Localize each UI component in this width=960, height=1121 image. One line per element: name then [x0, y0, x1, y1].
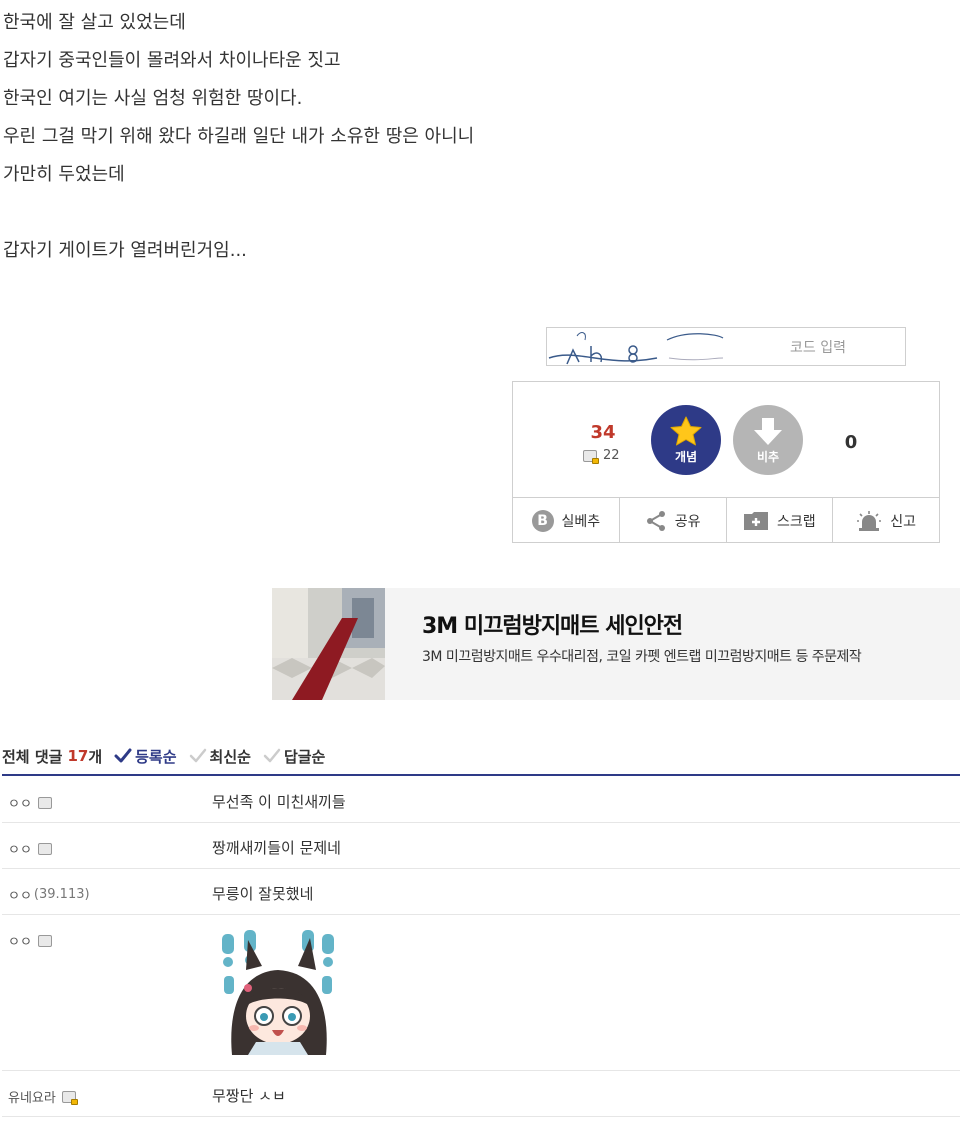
downvote-label: 비추 [756, 450, 780, 464]
sort-latest[interactable]: 최신순 [189, 746, 251, 767]
upvote-label: 개념 [674, 450, 698, 464]
upvote-count: 34 [590, 422, 616, 443]
comment-ip: (39.113) [33, 887, 90, 902]
comment-text: 무짱단 ㅅㅂ [212, 1087, 286, 1105]
ad-image [272, 588, 385, 700]
fixed-user-upvote-count: 22 [603, 448, 620, 463]
sort-register[interactable]: 등록순 [114, 746, 177, 767]
fixed-user-upvote: 22 [583, 448, 620, 464]
real-down-button[interactable]: B 실베추 [513, 498, 620, 543]
share-label: 공유 [674, 513, 701, 530]
comment-text: 무선족 이 미친새끼들 [212, 793, 346, 811]
comment-text: 무릉이 잘못했네 [212, 885, 314, 903]
sort-reply-label: 답글순 [283, 747, 326, 766]
upvote-button[interactable]: 개념 [651, 405, 721, 475]
scrap-label: 스크랩 [777, 513, 816, 530]
share-button[interactable]: 공유 [620, 498, 727, 543]
post-line: 가만히 두었는데 [3, 164, 125, 185]
downvote-button[interactable]: 비추 [733, 405, 803, 475]
comment-nick-name: ㅇㅇ [8, 889, 32, 904]
comment-nick-name: ㅇㅇ [8, 797, 32, 812]
vote-box: 34 22 개념 비추 0 B 실베추 공유 스크랩 신고 [512, 381, 940, 543]
member-icon [37, 842, 52, 855]
comment-count: 17 [67, 747, 89, 765]
comment-list: ㅇㅇ 무선족 이 미친새끼들 ㅇㅇ 짱깨새끼들이 문제네 ㅇㅇ (39.113)… [2, 777, 960, 1117]
post-line: 갑자기 게이트가 열려버린거임... [3, 240, 247, 261]
comment-row: 유네요라 무짱단 ㅅㅂ [2, 1071, 960, 1117]
comment-row: ㅇㅇ 짱깨새끼들이 문제네 [2, 823, 960, 869]
comment-nick[interactable]: ㅇㅇ [8, 931, 52, 950]
post-line: 갑자기 중국인들이 몰려와서 차이나타운 짓고 [3, 50, 341, 71]
sort-latest-label: 최신순 [209, 747, 251, 766]
comment-row: ㅇㅇ [2, 915, 960, 1071]
comment-nick-name: ㅇㅇ [8, 843, 32, 858]
fixed-user-icon [583, 449, 599, 464]
real-down-label: 실베추 [561, 513, 601, 530]
comment-nick-name: ㅇㅇ [8, 935, 32, 950]
post-line: 우린 그걸 막기 위해 왔다 하길래 일단 내가 소유한 땅은 아니니 [3, 126, 475, 147]
check-icon [263, 748, 281, 763]
check-icon [114, 748, 132, 763]
captcha-box [546, 327, 909, 367]
post-body: 한국에 잘 살고 있었는데 갑자기 중국인들이 몰려와서 차이나타운 짓고 한국… [3, 4, 703, 270]
folder-plus-icon [744, 511, 769, 530]
sort-reply[interactable]: 답글순 [263, 746, 325, 767]
comment-count-unit: 개 [88, 747, 103, 766]
member-icon [37, 796, 52, 809]
ad-description: 3M 미끄럼방지매트 우수대리점, 코일 카펫 엔트랩 미끄럼방지매트 등 주문… [422, 649, 862, 665]
ad-banner[interactable]: 3M 미끄럼방지매트 세인안전 3M 미끄럼방지매트 우수대리점, 코일 카펫 … [272, 588, 960, 700]
comment-row: ㅇㅇ (39.113) 무릉이 잘못했네 [2, 869, 960, 915]
member-icon [37, 934, 52, 947]
downvote-count: 0 [844, 432, 858, 453]
comment-nick[interactable]: ㅇㅇ [8, 839, 52, 858]
post-line: 한국에 잘 살고 있었는데 [3, 12, 186, 33]
b-icon: B [531, 509, 554, 532]
comment-nick-name: 유네요라 [8, 1091, 56, 1106]
report-label: 신고 [890, 513, 916, 530]
captcha-input[interactable] [727, 328, 909, 367]
star-icon [670, 416, 702, 446]
check-icon [189, 748, 206, 763]
comment-nick[interactable]: 유네요라 [8, 1087, 78, 1106]
ad-title: 3M 미끄럼방지매트 세인안전 [422, 614, 683, 639]
scrap-button[interactable]: 스크랩 [727, 498, 834, 543]
vote-area: 34 22 개념 비추 0 [513, 382, 939, 497]
report-button[interactable]: 신고 [833, 498, 939, 543]
fixed-member-icon [61, 1090, 78, 1105]
post-line-blank [3, 194, 703, 232]
comment-text: 짱깨새끼들이 문제네 [212, 839, 341, 857]
vote-actions: B 실베추 공유 스크랩 신고 [513, 497, 939, 543]
comment-total-label: 전체 댓글 [2, 747, 63, 766]
comment-row: ㅇㅇ 무선족 이 미친새끼들 [2, 777, 960, 823]
comment-header: 전체 댓글 17 개 등록순 최신순 답글순 [2, 738, 960, 776]
comment-nick[interactable]: ㅇㅇ [8, 793, 52, 812]
comment-sticker-image[interactable] [218, 930, 338, 1055]
arrow-down-icon [754, 418, 782, 445]
share-icon [646, 510, 665, 531]
sort-register-label: 등록순 [135, 747, 177, 766]
post-line: 한국인 여기는 사실 엄청 위험한 땅이다. [3, 88, 303, 109]
siren-icon [857, 510, 882, 531]
captcha-image[interactable] [547, 328, 727, 367]
comment-nick[interactable]: ㅇㅇ (39.113) [8, 885, 90, 904]
